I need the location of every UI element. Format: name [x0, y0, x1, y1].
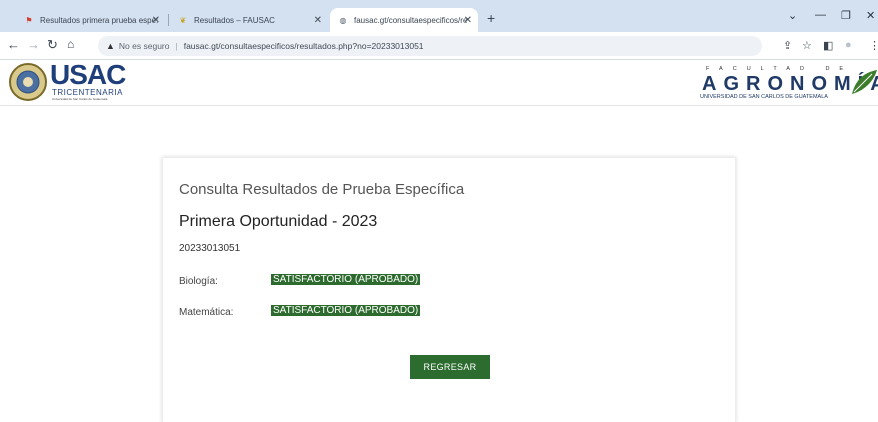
menu-icon[interactable]: ⋮ [869, 39, 878, 52]
chevron-down-icon[interactable]: ⌄ [788, 9, 797, 22]
tab-resultados-fausac[interactable]: ❦ Resultados – FAUSAC ✕ [170, 8, 328, 32]
reload-icon[interactable]: ↻ [47, 37, 58, 53]
usac-tagline: TRICENTENARIA [52, 88, 123, 97]
minimize-icon[interactable]: — [815, 9, 826, 21]
share-icon[interactable]: ⇪ [783, 39, 792, 52]
close-icon[interactable]: ✕ [314, 15, 322, 26]
star-icon[interactable]: ☆ [802, 39, 812, 52]
home-icon[interactable]: ⌂ [67, 37, 74, 51]
agro-university-label: UNIVERSIDAD DE SAN CARLOS DE GUATEMALA [700, 94, 828, 100]
close-icon[interactable]: ✕ [464, 15, 472, 26]
close-icon[interactable]: ✕ [152, 15, 160, 26]
back-button[interactable]: REGRESAR [410, 355, 490, 379]
subject-label-matematica: Matemática: [179, 307, 234, 318]
restore-icon[interactable]: ❐ [841, 9, 851, 22]
tab-label: Resultados – FAUSAC [194, 15, 275, 25]
browser-chrome: ⚑ Resultados primera prueba espe: ✕ ❦ Re… [0, 0, 878, 60]
status-badge-biologia: SATISFACTORIO (APROBADO) [271, 274, 421, 285]
tab-strip: ⚑ Resultados primera prueba espe: ✕ ❦ Re… [0, 0, 878, 32]
usac-seal-icon [9, 63, 47, 101]
not-secure-label: No es seguro [118, 41, 170, 51]
flag-icon: ⚑ [25, 15, 33, 25]
results-card: Consulta Resultados de Prueba Específica… [162, 157, 736, 422]
page-subtitle: Primera Oportunidad - 2023 [179, 213, 378, 230]
sidepanel-icon[interactable]: ◧ [823, 39, 833, 52]
tab-label: fausac.gt/consultaespecificos/re [354, 15, 468, 25]
url-text: fausac.gt/consultaespecificos/resultados… [183, 41, 424, 51]
site-header: USAC TRICENTENARIA Universidad de San Ca… [0, 60, 878, 106]
browser-toolbar: ← → ↻ ⌂ ▲ No es seguro | fausac.gt/consu… [0, 32, 878, 60]
back-arrow-icon[interactable]: ← [7, 37, 20, 52]
tab-label: Resultados primera prueba espe: [40, 15, 158, 25]
page-title: Consulta Resultados de Prueba Específica [179, 181, 465, 198]
new-tab-icon[interactable]: + [487, 10, 495, 26]
subject-label-biologia: Biología: [179, 276, 218, 287]
profile-icon[interactable]: ● [845, 39, 852, 51]
agro-faculty-label: FACULTAD DE [706, 66, 854, 72]
warning-icon: ▲ [106, 41, 115, 51]
forward-arrow-icon[interactable]: → [27, 37, 40, 52]
window-close-icon[interactable]: ✕ [866, 9, 875, 22]
address-bar[interactable]: ▲ No es seguro | fausac.gt/consultaespec… [98, 36, 762, 56]
student-id: 20233013051 [179, 243, 241, 254]
tab-separator [168, 14, 169, 26]
usac-small-text: Universidad de San Carlos de Guatemala [52, 97, 108, 101]
leaf-icon: ❦ [179, 15, 187, 25]
tab-resultados-primera[interactable]: ⚑ Resultados primera prueba espe: ✕ [16, 8, 166, 32]
usac-wordmark: USAC [50, 59, 126, 90]
tab-fausac-active[interactable]: ◍ fausac.gt/consultaespecificos/re ✕ [330, 8, 478, 32]
divider: | [175, 41, 178, 51]
agronomy-leaf-icon [852, 70, 877, 94]
status-badge-matematica: SATISFACTORIO (APROBADO) [271, 305, 421, 316]
globe-icon: ◍ [339, 15, 347, 25]
